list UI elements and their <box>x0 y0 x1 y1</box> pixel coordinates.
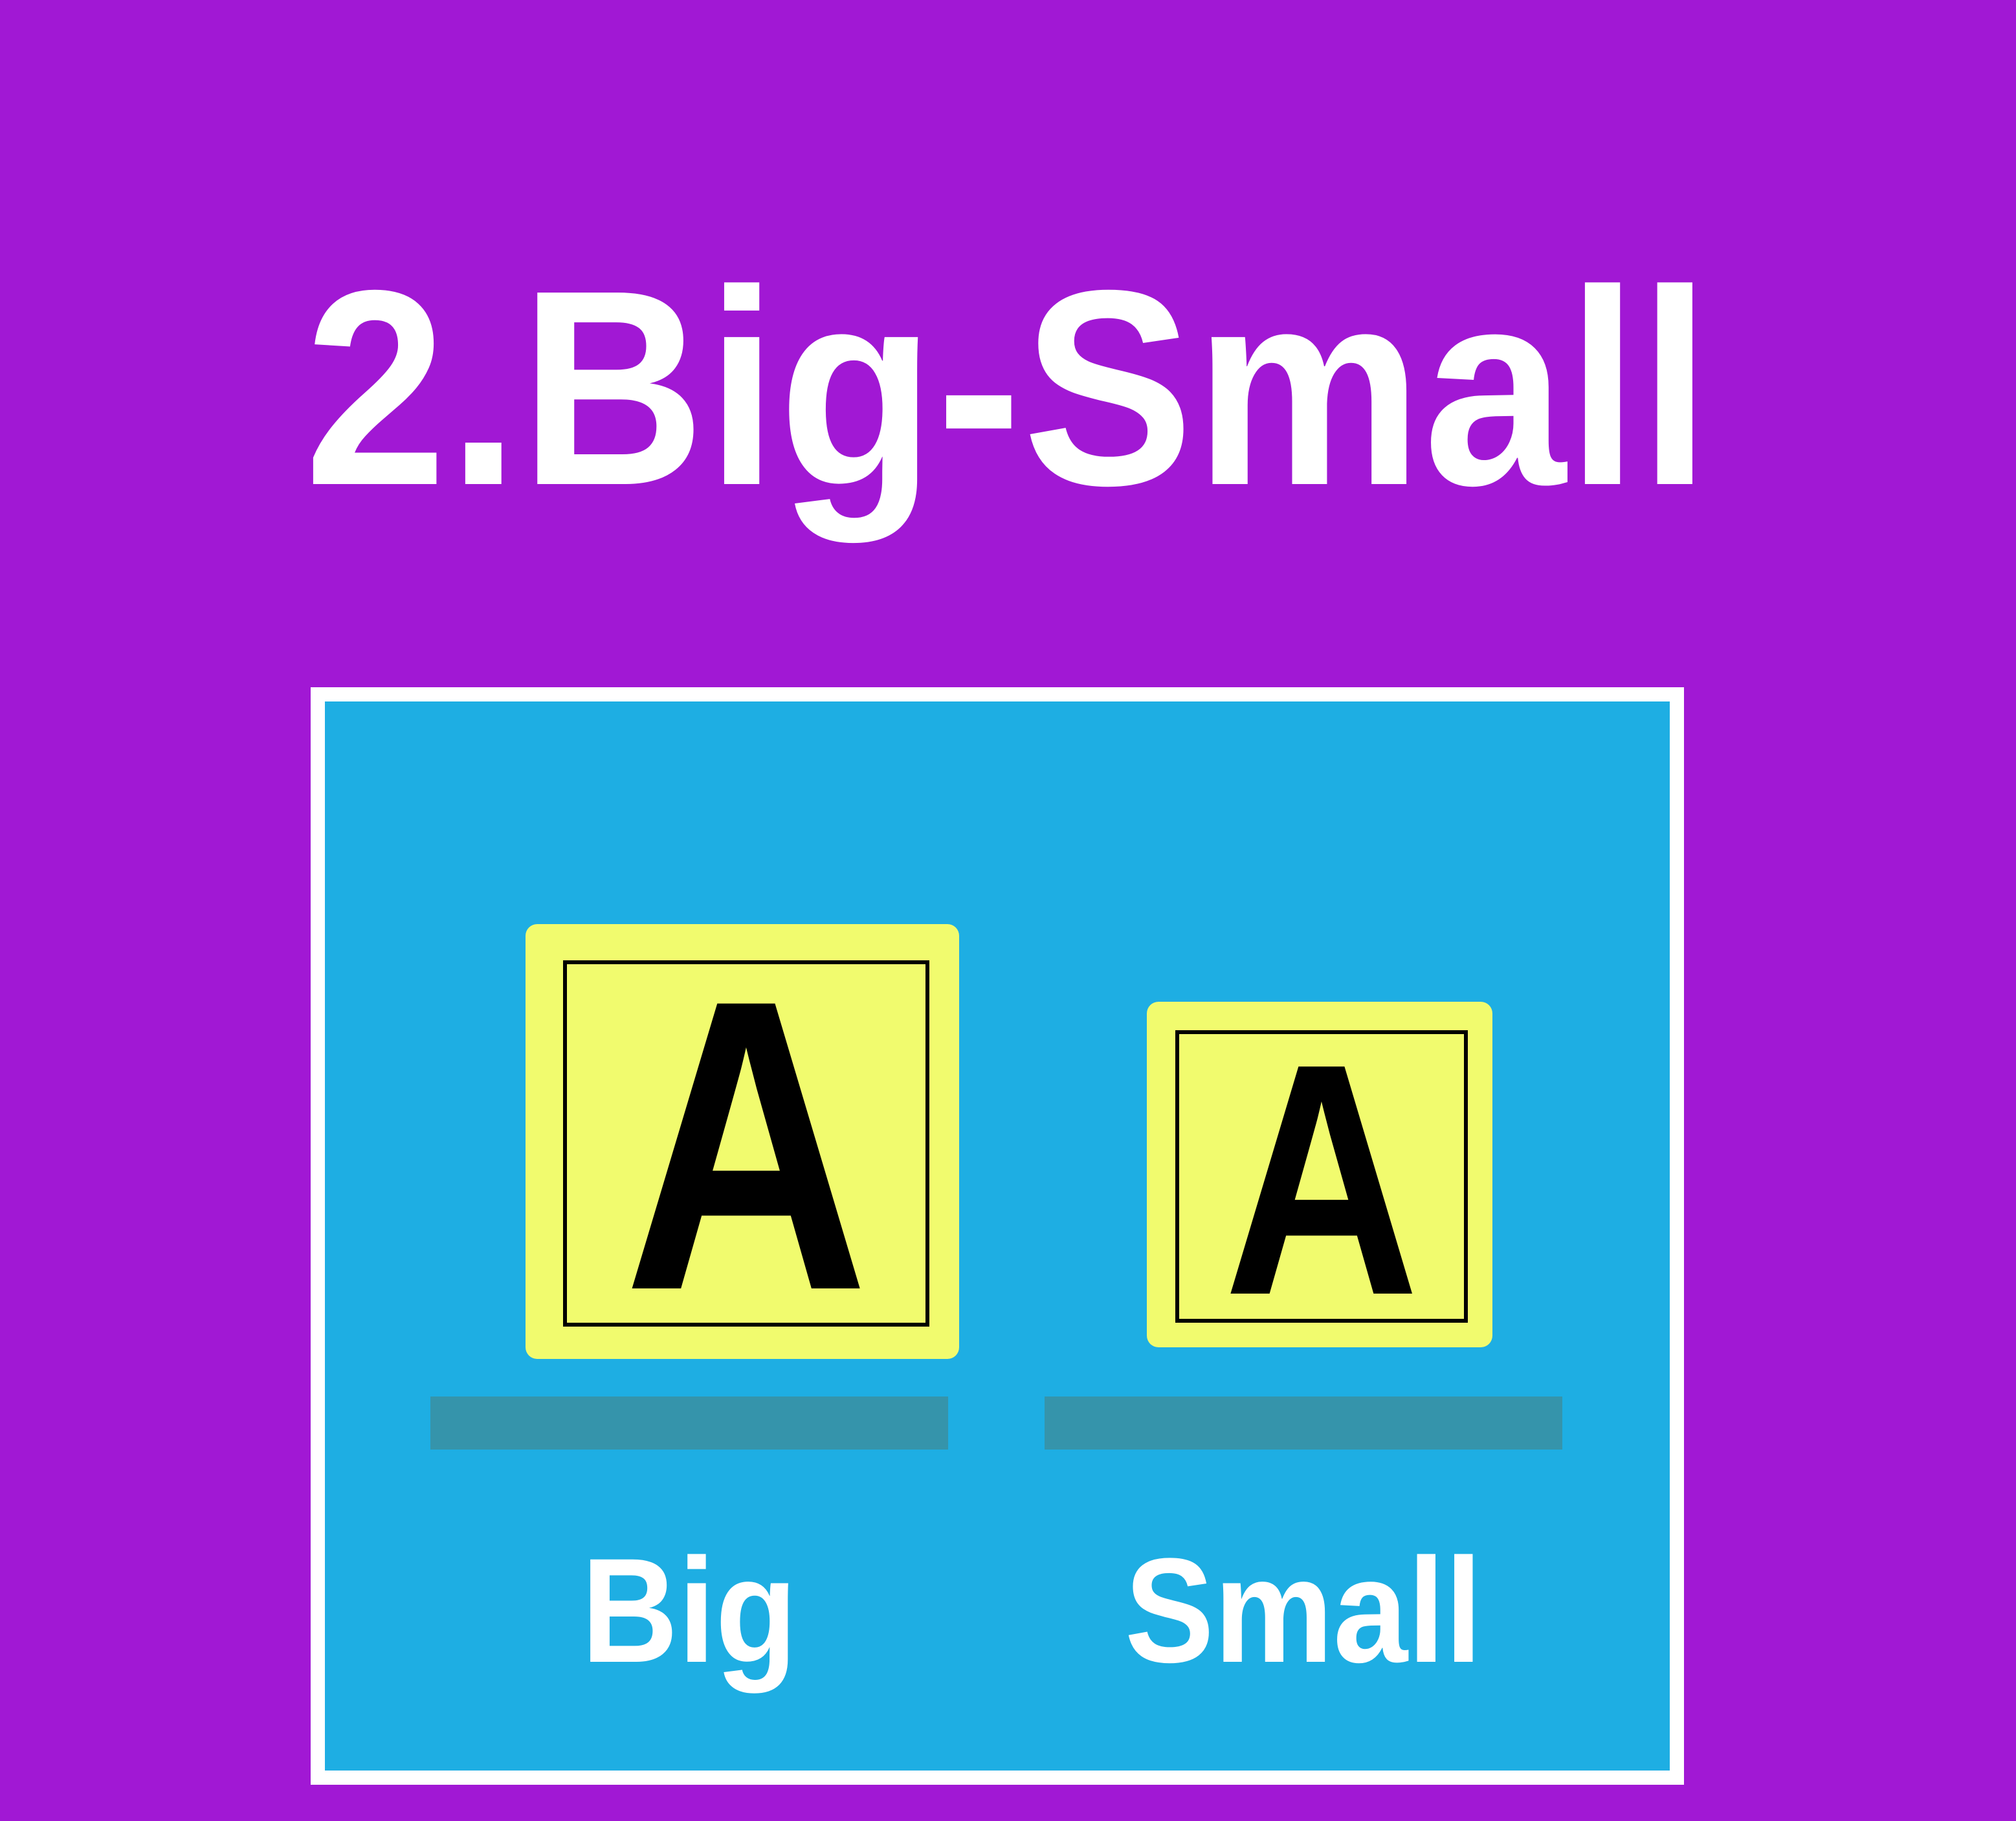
small-card: A <box>1147 1002 1492 1347</box>
small-card-frame: A <box>1175 1030 1468 1323</box>
big-label: Big <box>581 1527 797 1694</box>
small-label: Small <box>1124 1527 1483 1694</box>
big-base-bar <box>430 1396 948 1450</box>
page-title: 2.Big-Small <box>304 233 1712 544</box>
small-base-bar <box>1045 1396 1562 1450</box>
big-card: A <box>526 924 959 1359</box>
comparison-panel: A A Big Small <box>311 687 1684 1785</box>
big-letter-glyph: A <box>623 960 869 1327</box>
big-card-frame: A <box>563 960 929 1327</box>
small-letter-glyph: A <box>1223 1030 1420 1323</box>
